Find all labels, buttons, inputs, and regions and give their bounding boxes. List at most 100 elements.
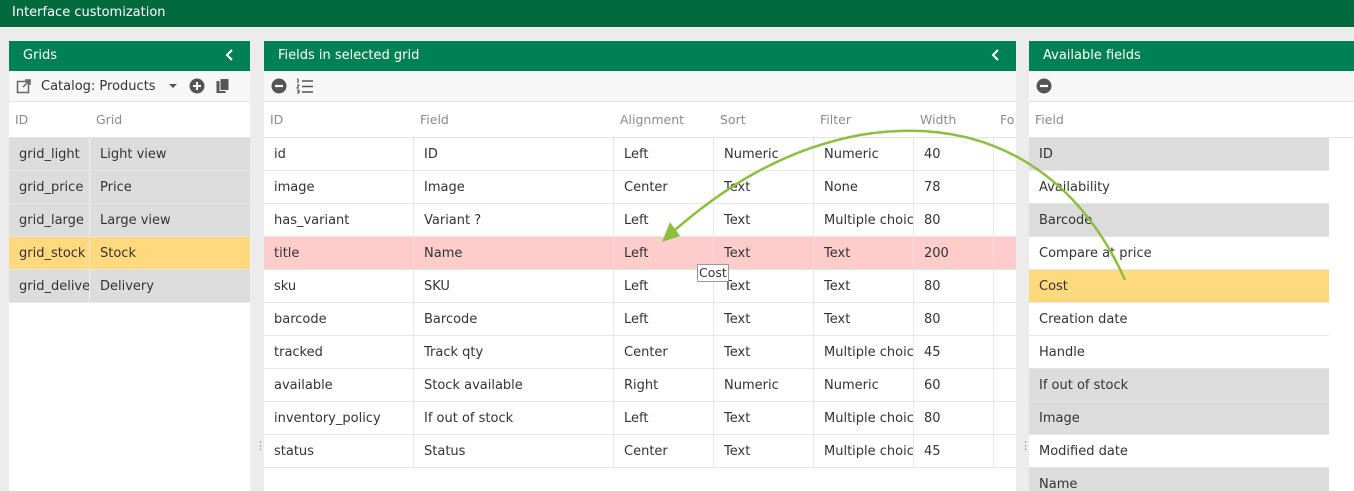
cell-id: available	[264, 369, 414, 401]
copy-icon[interactable]	[214, 77, 232, 95]
cell-sort: Numeric	[714, 369, 814, 401]
splitter-handle[interactable]: ⋮	[255, 440, 266, 458]
cell-width: 40	[914, 138, 994, 170]
table-row[interactable]: image Image Center Text None 78	[264, 171, 1016, 204]
list-item[interactable]: Creation date	[1029, 303, 1329, 336]
column-header-fo[interactable]: Fo	[994, 112, 1016, 127]
cell-width: 45	[914, 435, 994, 467]
table-row[interactable]: available Stock available Right Numeric Nume…	[264, 369, 1016, 402]
chevron-left-icon[interactable]	[988, 47, 1004, 63]
cell-filter: Numeric	[814, 369, 914, 401]
cell-field: If out of stock	[1039, 377, 1129, 393]
cell-id: sku	[264, 270, 414, 302]
available-toolbar	[1029, 71, 1354, 102]
table-row[interactable]: grid_deliver Delivery	[9, 270, 250, 303]
cell-fo	[994, 204, 1016, 236]
cell-field: Creation date	[1039, 311, 1128, 327]
cell-sort: Text	[714, 171, 814, 203]
cell-width: 80	[914, 303, 994, 335]
table-row[interactable]: tracked Track qty Center Text Multiple choic…	[264, 336, 1016, 369]
list-item[interactable]: ID	[1029, 138, 1329, 171]
cell-fo	[994, 138, 1016, 170]
column-header-sort[interactable]: Sort	[714, 112, 814, 127]
table-row[interactable]: grid_light Light view	[9, 138, 250, 171]
cell-sort: Text	[714, 204, 814, 236]
table-row[interactable]: sku SKU Left Text Text 80	[264, 270, 1016, 303]
table-row[interactable]: inventory_policy If out of stock Left Text M…	[264, 402, 1016, 435]
column-header-alignment[interactable]: Alignment	[614, 112, 714, 127]
cell-sort: Text	[714, 270, 814, 302]
cell-filter: None	[814, 171, 914, 203]
fields-panel-header: Fields in selected grid	[264, 41, 1016, 71]
cell-filter: Multiple choice	[814, 402, 914, 434]
catalog-dropdown[interactable]: Catalog: Products	[41, 79, 178, 94]
remove-circle-icon[interactable]	[1035, 77, 1053, 95]
cell-field: Stock available	[414, 369, 614, 401]
list-item[interactable]: Compare at price	[1029, 237, 1329, 270]
column-header-field[interactable]: Field	[1029, 112, 1329, 127]
list-item[interactable]: Availability	[1029, 171, 1329, 204]
cell-field: Modified date	[1039, 443, 1128, 459]
table-row-drop-target[interactable]: title Name Left Text Text 200	[264, 237, 1016, 270]
cell-filter: Multiple choice	[814, 336, 914, 368]
table-row[interactable]: has_variant Variant ? Left Text Multiple cho…	[264, 204, 1016, 237]
cell-id: id	[264, 138, 414, 170]
caret-down-icon	[168, 79, 178, 94]
list-item[interactable]: Name	[1029, 468, 1329, 491]
cell-field: ID	[1039, 146, 1053, 162]
grids-table: ID Grid grid_light Light view grid_price…	[9, 102, 250, 303]
table-row[interactable]: id ID Left Numeric Numeric 40	[264, 138, 1016, 171]
column-header-width[interactable]: Width	[914, 112, 994, 127]
available-panel-title: Available fields	[1043, 48, 1141, 63]
cell-width: 78	[914, 171, 994, 203]
cell-field: Status	[414, 435, 614, 467]
cell-sort: Text	[714, 303, 814, 335]
cell-align: Left	[614, 402, 714, 434]
cell-align: Left	[614, 303, 714, 335]
add-circle-icon[interactable]	[188, 77, 206, 95]
list-item[interactable]: Image	[1029, 402, 1329, 435]
table-row[interactable]: barcode Barcode Left Text Text 80	[264, 303, 1016, 336]
chevron-left-icon[interactable]	[222, 47, 238, 63]
list-item-selected[interactable]: Cost	[1029, 270, 1329, 303]
table-row[interactable]: grid_large Large view	[9, 204, 250, 237]
cell-id: image	[264, 171, 414, 203]
fields-toolbar	[264, 71, 1016, 102]
table-row[interactable]: grid_price Price	[9, 171, 250, 204]
cell-fo	[994, 171, 1016, 203]
cell-align: Center	[614, 336, 714, 368]
cell-width: 80	[914, 402, 994, 434]
cell-fo	[994, 237, 1016, 269]
list-item[interactable]: If out of stock	[1029, 369, 1329, 402]
catalog-dropdown-label: Catalog: Products	[41, 78, 156, 94]
ordered-list-icon[interactable]	[296, 77, 314, 95]
table-row-selected[interactable]: grid_stock Stock	[9, 237, 250, 270]
cell-grid: Delivery	[100, 278, 154, 294]
list-item[interactable]: Barcode	[1029, 204, 1329, 237]
cell-align: Right	[614, 369, 714, 401]
list-item[interactable]: Handle	[1029, 336, 1329, 369]
column-header-id[interactable]: ID	[9, 112, 90, 127]
remove-circle-icon[interactable]	[270, 77, 288, 95]
cell-sort: Text	[714, 336, 814, 368]
splitter-handle[interactable]: ⋮	[1020, 440, 1031, 458]
cell-field: ID	[414, 138, 614, 170]
cell-width: 80	[914, 204, 994, 236]
column-header-filter[interactable]: Filter	[814, 112, 914, 127]
table-row[interactable]: status Status Center Text Multiple choice 45	[264, 435, 1016, 468]
grids-panel: Grids Catalog: Products ID Grid grid_lig…	[9, 41, 250, 491]
column-header-grid[interactable]: Grid	[90, 112, 250, 127]
cell-field: Compare at price	[1039, 245, 1152, 261]
column-header-id[interactable]: ID	[264, 112, 414, 127]
cell-filter: Text	[814, 237, 914, 269]
cell-align: Center	[614, 171, 714, 203]
cell-field: If out of stock	[414, 402, 614, 434]
cell-align: Left	[614, 138, 714, 170]
cell-id: grid_price	[9, 171, 90, 203]
open-external-icon[interactable]	[15, 77, 33, 95]
list-item[interactable]: Modified date	[1029, 435, 1329, 468]
cell-fo	[994, 336, 1016, 368]
cell-grid: Price	[100, 179, 132, 195]
column-header-field[interactable]: Field	[414, 112, 614, 127]
cell-field: Name	[414, 237, 614, 269]
